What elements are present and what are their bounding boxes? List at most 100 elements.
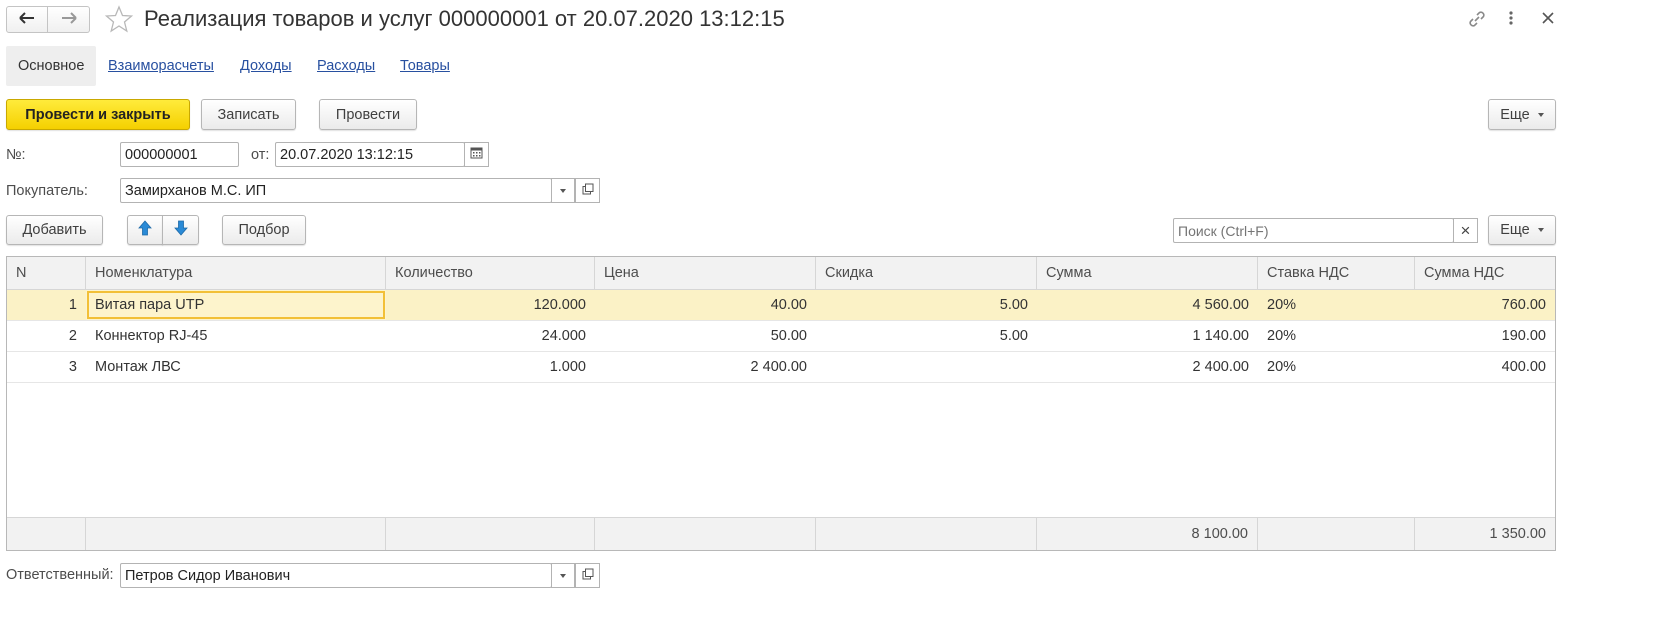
selection-button[interactable]: Подбор bbox=[222, 215, 306, 245]
open-form-icon bbox=[582, 568, 594, 584]
tab-settlements-label: Взаиморасчеты bbox=[108, 58, 214, 74]
close-icon[interactable] bbox=[1538, 8, 1558, 28]
search-clear-button[interactable]: × bbox=[1453, 218, 1478, 243]
more-menu-label: Еще bbox=[1500, 106, 1530, 123]
buyer-dropdown-button[interactable] bbox=[551, 178, 575, 203]
post-button[interactable]: Провести bbox=[319, 99, 417, 130]
calendar-button[interactable] bbox=[464, 142, 489, 167]
number-field[interactable]: 000000001 bbox=[120, 142, 239, 167]
dropdown-arrow-icon bbox=[560, 573, 566, 578]
responsible-field[interactable]: Петров Сидор Иванович bbox=[120, 563, 552, 588]
more-menu-button[interactable]: Еще bbox=[1488, 99, 1556, 130]
cell-vat-rate[interactable]: 20% bbox=[1258, 321, 1415, 351]
buyer-open-button[interactable] bbox=[575, 178, 600, 203]
buyer-field[interactable]: Замирханов М.С. ИП bbox=[120, 178, 552, 203]
col-header-qty[interactable]: Количество bbox=[386, 257, 595, 289]
cell-price[interactable]: 2 400.00 bbox=[595, 352, 816, 382]
cell-item[interactable]: Коннектор RJ-45 bbox=[86, 321, 386, 351]
cell-vat-rate[interactable]: 20% bbox=[1258, 352, 1415, 382]
table-more-button[interactable]: Еще bbox=[1488, 215, 1556, 245]
number-label: №: bbox=[6, 147, 26, 163]
open-form-icon bbox=[582, 183, 594, 199]
date-field[interactable]: 20.07.2020 13:12:15 bbox=[275, 142, 465, 167]
total-n bbox=[7, 518, 86, 550]
col-header-sum[interactable]: Сумма bbox=[1037, 257, 1258, 289]
col-header-item[interactable]: Номенклатура bbox=[86, 257, 386, 289]
table-header: N Номенклатура Количество Цена Скидка Су… bbox=[7, 257, 1555, 290]
total-vat-sum: 1 350.00 bbox=[1489, 526, 1546, 542]
cell-discount[interactable] bbox=[816, 352, 1037, 382]
cell-n: 1 bbox=[68, 297, 77, 313]
cell-sum[interactable]: 1 140.00 bbox=[1037, 321, 1258, 351]
post-and-close-button[interactable]: Провести и закрыть bbox=[6, 99, 190, 130]
total-qty bbox=[386, 518, 595, 550]
calendar-icon bbox=[470, 146, 483, 163]
move-down-button[interactable] bbox=[162, 215, 199, 245]
cell-discount[interactable]: 5.00 bbox=[816, 290, 1037, 320]
tab-expenses-label: Расходы bbox=[317, 58, 376, 74]
save-button[interactable]: Записать bbox=[201, 99, 296, 130]
link-icon[interactable] bbox=[1466, 8, 1488, 30]
add-row-button[interactable]: Добавить bbox=[6, 215, 103, 245]
tab-income-label: Доходы bbox=[240, 58, 292, 74]
tab-settlements[interactable]: Взаиморасчеты bbox=[108, 46, 214, 86]
cell-item[interactable]: Витая пара UTP bbox=[86, 290, 386, 320]
move-up-button[interactable] bbox=[127, 215, 163, 245]
col-header-vat-rate[interactable]: Ставка НДС bbox=[1258, 257, 1415, 289]
dropdown-arrow-icon bbox=[560, 188, 566, 193]
table-row[interactable]: 1 Витая пара UTP 120.000 40.00 5.00 4 56… bbox=[7, 290, 1555, 321]
tab-income[interactable]: Доходы bbox=[240, 46, 292, 86]
col-header-price[interactable]: Цена bbox=[595, 257, 816, 289]
total-item bbox=[86, 518, 386, 550]
cell-price[interactable]: 40.00 bbox=[595, 290, 816, 320]
page-title: Реализация товаров и услуг 000000001 от … bbox=[144, 6, 785, 31]
arrow-right-icon bbox=[60, 9, 78, 30]
tab-main[interactable]: Основное bbox=[6, 46, 97, 86]
cell-sum[interactable]: 2 400.00 bbox=[1037, 352, 1258, 382]
cell-sum[interactable]: 4 560.00 bbox=[1037, 290, 1258, 320]
search-input[interactable] bbox=[1173, 218, 1454, 243]
table-row[interactable]: 2 Коннектор RJ-45 24.000 50.00 5.00 1 14… bbox=[7, 321, 1555, 352]
cell-qty[interactable]: 1.000 bbox=[386, 352, 595, 382]
arrow-down-icon bbox=[173, 220, 188, 240]
total-price bbox=[595, 518, 816, 550]
more-actions-icon[interactable] bbox=[1504, 6, 1518, 30]
buyer-label: Покупатель: bbox=[6, 183, 88, 199]
cell-item[interactable]: Монтаж ЛВС bbox=[86, 352, 386, 382]
cell-price[interactable]: 50.00 bbox=[595, 321, 816, 351]
arrow-left-icon bbox=[18, 9, 36, 30]
arrow-up-icon bbox=[138, 220, 152, 240]
responsible-dropdown-button[interactable] bbox=[551, 563, 575, 588]
back-button[interactable] bbox=[6, 6, 48, 33]
table-totals-row: 8 100.00 1 350.00 bbox=[7, 517, 1555, 550]
cell-vat-sum[interactable]: 190.00 bbox=[1415, 321, 1555, 351]
col-header-vat-sum[interactable]: Сумма НДС bbox=[1415, 257, 1555, 289]
responsible-open-button[interactable] bbox=[575, 563, 600, 588]
total-vat-rate bbox=[1258, 518, 1415, 550]
tab-expenses[interactable]: Расходы bbox=[317, 46, 375, 86]
total-sum: 8 100.00 bbox=[1037, 518, 1258, 550]
cell-discount[interactable]: 5.00 bbox=[816, 321, 1037, 351]
total-discount bbox=[816, 518, 1037, 550]
cell-n: 3 bbox=[68, 359, 77, 375]
date-label: от: bbox=[251, 147, 270, 163]
favorite-star-icon[interactable] bbox=[104, 4, 134, 34]
cell-vat-rate[interactable]: 20% bbox=[1258, 290, 1415, 320]
cell-qty[interactable]: 24.000 bbox=[386, 321, 595, 351]
table-more-label: Еще bbox=[1500, 222, 1530, 238]
dropdown-arrow-icon bbox=[1537, 112, 1544, 117]
tab-main-label: Основное bbox=[18, 58, 85, 74]
cell-qty[interactable]: 120.000 bbox=[386, 290, 595, 320]
col-header-discount[interactable]: Скидка bbox=[816, 257, 1037, 289]
col-header-n[interactable]: N bbox=[7, 257, 86, 289]
clear-icon: × bbox=[1460, 220, 1471, 240]
responsible-label: Ответственный: bbox=[6, 567, 114, 583]
goods-table[interactable]: N Номенклатура Количество Цена Скидка Су… bbox=[6, 256, 1556, 551]
forward-button[interactable] bbox=[48, 6, 90, 33]
cell-vat-sum[interactable]: 400.00 bbox=[1415, 352, 1555, 382]
tab-goods-label: Товары bbox=[400, 58, 450, 74]
dropdown-arrow-icon bbox=[1537, 228, 1544, 232]
cell-vat-sum[interactable]: 760.00 bbox=[1415, 290, 1555, 320]
tab-goods[interactable]: Товары bbox=[400, 46, 450, 86]
table-row[interactable]: 3 Монтаж ЛВС 1.000 2 400.00 2 400.00 20%… bbox=[7, 352, 1555, 383]
